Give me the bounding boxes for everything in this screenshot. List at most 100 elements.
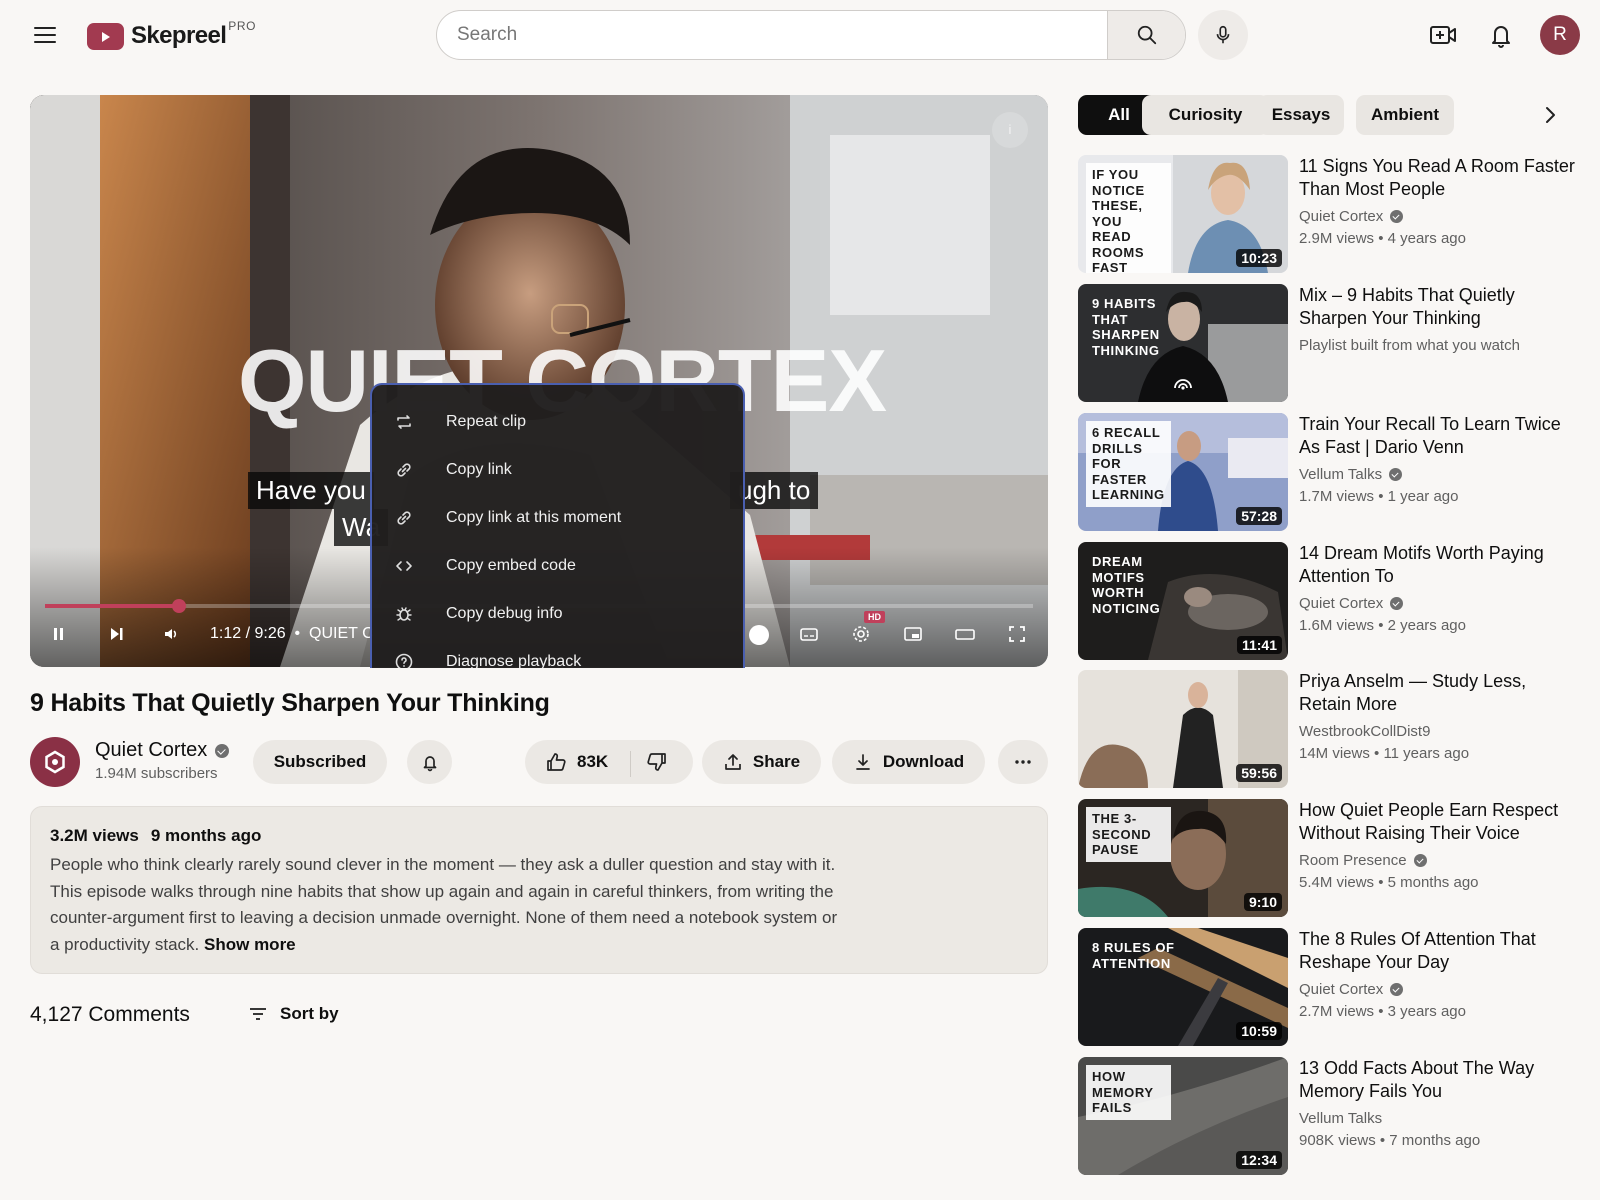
show-more-link[interactable]: Show more bbox=[204, 935, 296, 954]
recommended-video[interactable]: IF YOU NOTICE THESE, YOU READ ROOMS FAST… bbox=[1078, 155, 1580, 273]
menu-item-label: Copy link bbox=[446, 461, 512, 478]
recommended-stats: 5.4M views • 5 months ago bbox=[1299, 874, 1479, 891]
chip-curiosity[interactable]: Curiosity bbox=[1142, 95, 1269, 135]
subscribed-button[interactable]: Subscribed bbox=[253, 740, 387, 784]
fullscreen-button[interactable] bbox=[1002, 619, 1032, 649]
pause-button[interactable] bbox=[46, 619, 76, 649]
theater-mode-button[interactable] bbox=[950, 619, 980, 649]
verified-icon bbox=[1390, 210, 1404, 223]
theater-icon bbox=[955, 629, 975, 640]
channel-avatar[interactable] bbox=[30, 737, 80, 787]
link-icon bbox=[397, 511, 411, 525]
menu-item-copy-debug[interactable]: Copy debug info bbox=[372, 590, 743, 638]
site-logo[interactable]: Skepreel PRO bbox=[87, 19, 257, 50]
user-avatar[interactable]: R bbox=[1540, 15, 1580, 55]
recommended-stats: 908K views • 7 months ago bbox=[1299, 1132, 1481, 1149]
playlist-subtitle: Playlist built from what you watch bbox=[1299, 337, 1520, 354]
recommended-channel-name: Quiet Cortex bbox=[1299, 981, 1384, 998]
menu-item-copy-link[interactable]: Copy link bbox=[372, 446, 743, 494]
chapter-title[interactable]: QUIET C bbox=[309, 625, 374, 642]
time-display: 1:12 / 9:26 • QUIET C bbox=[210, 625, 374, 642]
video-thumbnail[interactable]: 9 HABITS THAT SHARPEN THINKING bbox=[1078, 284, 1288, 402]
channel-name-text: Quiet Cortex bbox=[95, 739, 208, 761]
description-text: People who think clearly rarely sound cl… bbox=[50, 852, 840, 958]
description-box[interactable]: 3.2M views 9 months ago People who think … bbox=[30, 806, 1048, 974]
recommended-channel[interactable]: Vellum Talks bbox=[1299, 466, 1403, 483]
chip-essays[interactable]: Essays bbox=[1258, 95, 1344, 135]
chip-ambient[interactable]: Ambient bbox=[1356, 95, 1454, 135]
search-input[interactable] bbox=[437, 11, 1107, 59]
recommended-channel[interactable]: Room Presence bbox=[1299, 852, 1427, 869]
verified-icon bbox=[1389, 468, 1403, 481]
chevron-right-icon bbox=[1546, 107, 1555, 123]
search-button[interactable] bbox=[1107, 11, 1185, 59]
recommended-mix[interactable]: 9 HABITS THAT SHARPEN THINKING Mix – 9 H… bbox=[1078, 284, 1580, 402]
recommended-video[interactable]: 59:56 Priya Anselm — Study Less, Retain … bbox=[1078, 670, 1580, 788]
menu-item-copy-link-at-time[interactable]: Copy link at this moment bbox=[372, 494, 743, 542]
recommended-channel-name: Vellum Talks bbox=[1299, 1110, 1383, 1127]
menu-icon[interactable] bbox=[30, 22, 60, 50]
recommended-title: 11 Signs You Read A Room Faster Than Mos… bbox=[1299, 156, 1575, 199]
info-card-button[interactable]: i bbox=[992, 112, 1028, 148]
video-thumbnail[interactable]: HOW MEMORY FAILS 12:34 bbox=[1078, 1057, 1288, 1175]
verified-icon bbox=[1413, 854, 1427, 867]
recommended-video[interactable]: 6 RECALL DRILLS FOR FASTER LEARNING 57:2… bbox=[1078, 413, 1580, 531]
captions-icon bbox=[800, 628, 818, 641]
recommended-channel[interactable]: Quiet Cortex bbox=[1299, 981, 1404, 998]
video-duration: 57:28 bbox=[1236, 507, 1282, 525]
create-button[interactable] bbox=[1426, 18, 1460, 52]
notification-bell-button[interactable] bbox=[407, 740, 452, 784]
video-thumbnail[interactable]: IF YOU NOTICE THESE, YOU READ ROOMS FAST… bbox=[1078, 155, 1288, 273]
recommended-video[interactable]: HOW MEMORY FAILS 12:34 13 Odd Facts Abou… bbox=[1078, 1057, 1580, 1175]
dislike-button[interactable] bbox=[646, 751, 668, 778]
recommended-video[interactable]: 8 RULES OF ATTENTION 10:59 The 8 Rules O… bbox=[1078, 928, 1580, 1046]
volume-button[interactable] bbox=[156, 619, 186, 649]
settings-button[interactable] bbox=[846, 619, 876, 649]
recommended-title: The 8 Rules Of Attention That Reshape Yo… bbox=[1299, 929, 1536, 972]
recommended-video[interactable]: THE 3-SECOND PAUSE 9:10 How Quiet People… bbox=[1078, 799, 1580, 917]
next-button[interactable] bbox=[101, 619, 131, 649]
autoplay-toggle[interactable] bbox=[744, 620, 774, 650]
recommended-channel[interactable]: Quiet Cortex bbox=[1299, 595, 1404, 612]
toggle-knob-icon bbox=[749, 625, 769, 645]
notifications-button[interactable] bbox=[1484, 18, 1518, 52]
sort-comments-button[interactable]: Sort by bbox=[248, 1004, 339, 1024]
download-label: Download bbox=[882, 752, 965, 771]
menu-item-diagnose-playback[interactable]: Diagnose playback bbox=[372, 638, 743, 668]
recommended-video[interactable]: DREAM MOTIFS WORTH NOTICING 11:41 14 Dre… bbox=[1078, 542, 1580, 660]
share-label: Share bbox=[752, 752, 801, 771]
menu-item-copy-embed[interactable]: Copy embed code bbox=[372, 542, 743, 590]
recommended-channel[interactable]: Quiet Cortex bbox=[1299, 208, 1404, 225]
like-button[interactable]: 83K bbox=[525, 740, 608, 784]
recommended-stats: 2.9M views • 4 years ago bbox=[1299, 230, 1466, 247]
video-duration: 9:10 bbox=[1243, 893, 1282, 911]
channel-name[interactable]: Quiet Cortex bbox=[95, 739, 230, 762]
hd-badge: HD bbox=[864, 611, 885, 623]
video-thumbnail[interactable]: THE 3-SECOND PAUSE 9:10 bbox=[1078, 799, 1288, 917]
like-divider bbox=[630, 751, 631, 777]
more-actions-button[interactable] bbox=[998, 740, 1048, 784]
voice-search-button[interactable] bbox=[1198, 10, 1248, 60]
recommended-channel-name: Quiet Cortex bbox=[1299, 208, 1384, 225]
miniplayer-icon bbox=[904, 627, 922, 641]
download-button[interactable]: Download bbox=[832, 740, 985, 784]
subscribed-label: Subscribed bbox=[273, 752, 367, 771]
miniplayer-button[interactable] bbox=[898, 619, 928, 649]
menu-item-label: Copy link at this moment bbox=[446, 509, 622, 526]
subscriber-count: 1.94M subscribers bbox=[95, 765, 218, 782]
chips-next-button[interactable] bbox=[1535, 100, 1565, 130]
video-thumbnail[interactable]: 8 RULES OF ATTENTION 10:59 bbox=[1078, 928, 1288, 1046]
video-thumbnail[interactable]: 59:56 bbox=[1078, 670, 1288, 788]
bell-icon bbox=[1492, 26, 1510, 48]
video-thumbnail[interactable]: DREAM MOTIFS WORTH NOTICING 11:41 bbox=[1078, 542, 1288, 660]
subtitles-button[interactable] bbox=[794, 619, 824, 649]
video-thumbnail[interactable]: 6 RECALL DRILLS FOR FASTER LEARNING 57:2… bbox=[1078, 413, 1288, 531]
recommended-channel[interactable]: Vellum Talks bbox=[1299, 1110, 1382, 1127]
share-button[interactable]: Share bbox=[702, 740, 821, 784]
thumbnail-text: HOW MEMORY FAILS bbox=[1086, 1065, 1171, 1120]
recommended-channel[interactable]: WestbrookCollDist9 bbox=[1299, 723, 1430, 740]
menu-item-repeat-clip[interactable]: Repeat clip bbox=[372, 398, 743, 446]
logo-pro-badge: PRO bbox=[228, 19, 257, 33]
recommended-title: 13 Odd Facts About The Way Memory Fails … bbox=[1299, 1058, 1535, 1101]
mix-playlist-icon bbox=[1174, 379, 1192, 390]
